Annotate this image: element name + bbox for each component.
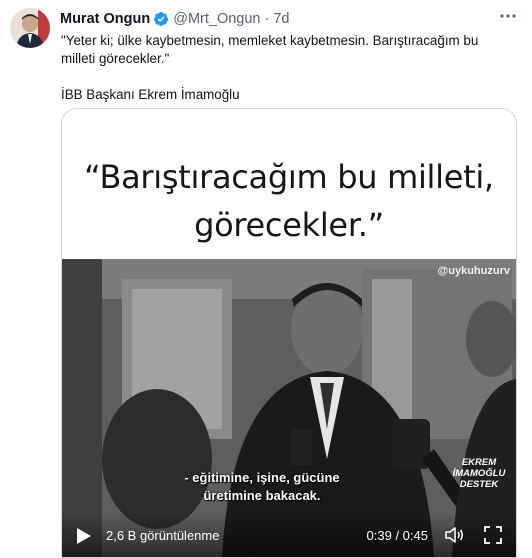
view-count: 2,6 B görüntülenme: [106, 528, 220, 543]
video-quote: “Barıştıracağım bu milleti, görecekler.”: [62, 153, 516, 249]
video-subtitle-line: - eğitimine, işine, gücüne: [184, 470, 340, 485]
timestamp[interactable]: 7d: [273, 11, 289, 27]
video-controls: 2,6 B görüntülenme 0:39 / 0:45: [62, 513, 516, 557]
avatar[interactable]: [10, 8, 50, 48]
author-name[interactable]: Murat Ongun: [60, 11, 150, 27]
separator: ·: [264, 11, 270, 27]
video-support-logo: EKREM İMAMOĞLU DESTEK: [450, 457, 508, 490]
tweet-text-line: "Yeter ki; ülke kaybetmesin, memleket ka…: [61, 33, 479, 66]
video-support-line: DESTEK: [459, 479, 499, 490]
verified-badge-icon: [153, 11, 169, 27]
video-watermark: @uykuhuzurv: [437, 265, 510, 277]
video-support-line: EKREM: [461, 457, 497, 468]
video-player[interactable]: “Barıştıracağım bu milleti, görecekler.”: [61, 108, 517, 558]
video-caption-area: “Barıştıracağım bu milleti, görecekler.”: [62, 109, 516, 259]
video-support-line: İMAMOĞLU: [452, 468, 506, 479]
video-frame[interactable]: @uykuhuzurv - eğitimine, işine, gücüne ü…: [62, 259, 516, 557]
tweet-text: "Yeter ki; ülke kaybetmesin, memleket ka…: [61, 32, 516, 104]
author-handle[interactable]: @Mrt_Ongun: [173, 11, 260, 27]
more-icon[interactable]: [498, 6, 518, 26]
fullscreen-icon[interactable]: [484, 526, 502, 544]
video-subtitle-line: üretimine bakacak.: [203, 488, 321, 503]
play-icon[interactable]: [76, 527, 92, 545]
video-quote-line: görecekler.”: [194, 206, 384, 244]
video-timer: 0:39 / 0:45: [366, 528, 428, 543]
tweet-text-line: İBB Başkanı Ekrem İmamoğlu: [61, 87, 240, 102]
video-subtitle: - eğitimine, işine, gücüne üretimine bak…: [167, 469, 357, 505]
tweet-card: Murat Ongun @Mrt_Ongun · 7d "Yeter ki; ü…: [0, 0, 532, 558]
video-quote-line: “Barıştıracağım bu milleti,: [84, 158, 494, 196]
tweet-header: Murat Ongun @Mrt_Ongun · 7d: [60, 9, 522, 29]
volume-icon[interactable]: [444, 525, 466, 545]
